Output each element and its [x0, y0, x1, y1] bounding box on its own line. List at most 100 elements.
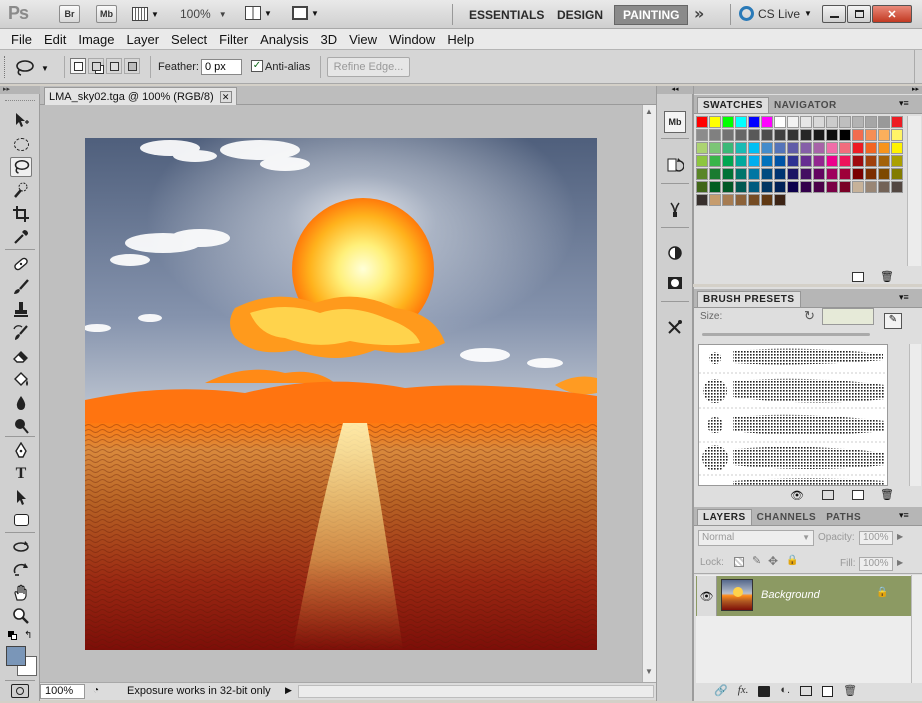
- color-swatch[interactable]: [748, 181, 760, 193]
- horizontal-scrollbar[interactable]: [298, 685, 654, 698]
- color-swatch[interactable]: [696, 129, 708, 141]
- minimize-button[interactable]: [822, 5, 846, 23]
- tab-channels[interactable]: CHANNELS: [752, 509, 822, 525]
- color-swatch[interactable]: [800, 181, 812, 193]
- color-swatch[interactable]: [826, 168, 838, 180]
- color-swatch[interactable]: [878, 116, 890, 128]
- color-swatch[interactable]: [800, 116, 812, 128]
- quick-mask-icon[interactable]: [11, 684, 29, 698]
- menu-edit[interactable]: Edit: [38, 32, 72, 47]
- size-input[interactable]: [822, 308, 874, 325]
- color-swatch[interactable]: [800, 155, 812, 167]
- launch-bridge-button[interactable]: Br: [59, 5, 80, 23]
- color-swatch[interactable]: [826, 181, 838, 193]
- adjustment-layer-icon[interactable]: ◐.: [780, 684, 790, 697]
- new-layer-icon[interactable]: [822, 686, 834, 697]
- color-swatch[interactable]: [813, 168, 825, 180]
- color-swatch[interactable]: [722, 155, 734, 167]
- color-swatch[interactable]: [787, 116, 799, 128]
- color-swatch[interactable]: [865, 116, 877, 128]
- tab-paths[interactable]: PATHS: [821, 509, 866, 525]
- color-swatch[interactable]: [696, 142, 708, 154]
- collapse-panels-icon[interactable]: ▸▸: [694, 86, 922, 94]
- color-swatch[interactable]: [722, 129, 734, 141]
- view-extras-button[interactable]: ▼: [132, 5, 160, 23]
- color-swatch[interactable]: [826, 116, 838, 128]
- color-swatch[interactable]: [696, 155, 708, 167]
- color-swatch[interactable]: [865, 155, 877, 167]
- opacity-arrow-icon[interactable]: ▶: [897, 532, 903, 541]
- workspace-design[interactable]: DESIGN: [549, 5, 611, 25]
- add-mask-icon[interactable]: [758, 686, 771, 697]
- brush-list[interactable]: [698, 344, 888, 486]
- scroll-up-icon[interactable]: ▲: [645, 107, 653, 116]
- clone-source-icon[interactable]: [664, 316, 686, 338]
- color-swatch[interactable]: [709, 194, 721, 206]
- type-tool-icon[interactable]: T: [10, 464, 32, 484]
- panel-menu-icon[interactable]: ▾≡: [899, 510, 909, 521]
- more-workspaces-icon[interactable]: »: [694, 4, 704, 23]
- eraser-tool-icon[interactable]: [10, 346, 32, 366]
- color-swatch[interactable]: [709, 155, 721, 167]
- color-swatch[interactable]: [852, 155, 864, 167]
- color-swatch[interactable]: [722, 181, 734, 193]
- color-swatch[interactable]: [852, 129, 864, 141]
- crop-tool-icon[interactable]: [10, 204, 32, 224]
- zoom-tool-icon[interactable]: [10, 606, 32, 626]
- color-swatch[interactable]: [774, 116, 786, 128]
- color-swatch[interactable]: [813, 129, 825, 141]
- lock-position-icon[interactable]: ✥: [768, 554, 778, 568]
- brush-panel-toggle-icon[interactable]: ✎: [884, 313, 902, 329]
- 3d-rotate-tool-icon[interactable]: [10, 537, 32, 557]
- history-brush-tool-icon[interactable]: [10, 323, 32, 343]
- color-swatch[interactable]: [735, 129, 747, 141]
- tab-navigator[interactable]: NAVIGATOR: [769, 97, 842, 113]
- fill-field[interactable]: 100%: [859, 557, 893, 571]
- tool-preset-picker[interactable]: ▼: [13, 57, 59, 79]
- close-window-button[interactable]: ✕: [872, 5, 912, 23]
- lock-pixels-icon[interactable]: ✎: [752, 554, 761, 567]
- workspace-painting[interactable]: PAINTING: [614, 5, 689, 25]
- feather-input[interactable]: [201, 59, 242, 75]
- cs-live-button[interactable]: CS Live ▼: [739, 6, 812, 21]
- scroll-down-icon[interactable]: ▼: [645, 667, 653, 676]
- document-canvas[interactable]: [85, 138, 597, 650]
- quick-selection-tool-icon[interactable]: [10, 180, 32, 200]
- layers-scrollbar[interactable]: [911, 575, 922, 683]
- color-swatch[interactable]: [722, 116, 734, 128]
- delete-swatch-icon[interactable]: 🗑: [880, 270, 894, 283]
- color-swatch[interactable]: [735, 142, 747, 154]
- color-swatch[interactable]: [891, 142, 903, 154]
- color-swatch[interactable]: [839, 142, 851, 154]
- color-swatch[interactable]: [722, 168, 734, 180]
- menu-image[interactable]: Image: [72, 32, 120, 47]
- screen-mode-button[interactable]: ▼: [292, 6, 319, 20]
- history-icon[interactable]: [664, 154, 686, 176]
- color-swatch[interactable]: [891, 155, 903, 167]
- color-swatch[interactable]: [774, 194, 786, 206]
- document-tab[interactable]: LMA_sky02.tga @ 100% (RGB/8) ✕: [44, 87, 237, 105]
- link-layers-icon[interactable]: 🔗: [714, 684, 728, 697]
- color-swatch[interactable]: [813, 116, 825, 128]
- status-menu-arrow-icon[interactable]: ▶: [285, 685, 292, 696]
- brush-grid-icon[interactable]: [822, 490, 834, 500]
- menu-file[interactable]: File: [5, 32, 38, 47]
- lock-transparency-icon[interactable]: [734, 557, 744, 567]
- color-swatch[interactable]: [748, 129, 760, 141]
- workspace-essentials[interactable]: ESSENTIALS: [461, 5, 552, 25]
- color-swatch[interactable]: [891, 129, 903, 141]
- intersect-selection-icon[interactable]: [124, 58, 140, 74]
- color-swatch[interactable]: [813, 142, 825, 154]
- color-swatch[interactable]: [748, 168, 760, 180]
- color-swatch[interactable]: [774, 142, 786, 154]
- clone-stamp-tool-icon[interactable]: [10, 300, 32, 320]
- color-swatch[interactable]: [852, 116, 864, 128]
- subtract-from-selection-icon[interactable]: [106, 58, 122, 74]
- blend-mode-select[interactable]: Normal ▼: [698, 530, 814, 546]
- color-swatch[interactable]: [748, 142, 760, 154]
- color-swatch[interactable]: [813, 181, 825, 193]
- reset-size-icon[interactable]: ↻: [804, 308, 815, 324]
- tool-presets-icon[interactable]: [664, 198, 686, 220]
- color-swatch[interactable]: [696, 116, 708, 128]
- color-swatch[interactable]: [748, 116, 760, 128]
